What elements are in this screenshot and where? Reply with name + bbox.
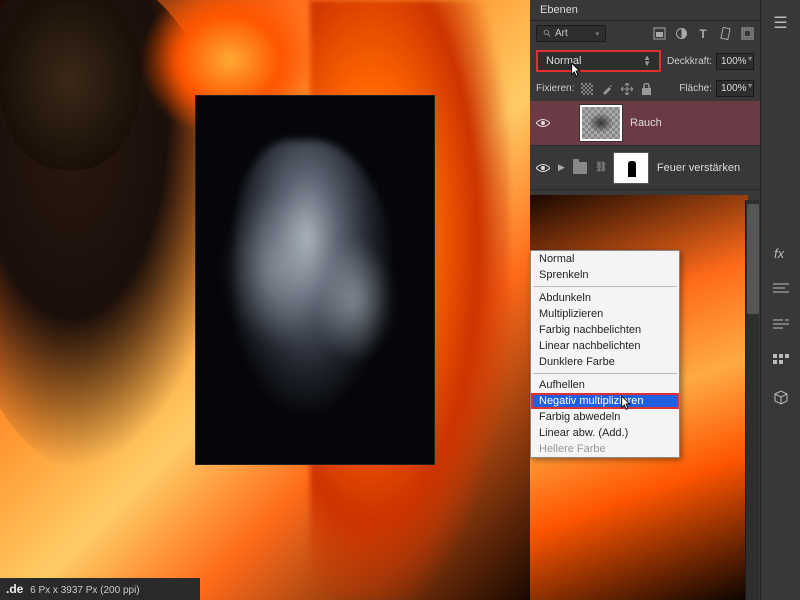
fill-label[interactable]: Fläche: (679, 83, 712, 94)
lock-label: Fixieren: (536, 83, 574, 94)
blend-option[interactable]: Linear abw. (Add.) (531, 425, 679, 441)
filter-type-icon[interactable]: T (696, 27, 710, 41)
swatches-panel-icon[interactable] (770, 350, 792, 372)
paragraph-panel-icon[interactable] (770, 278, 792, 300)
smoke-content (235, 140, 395, 420)
blend-option[interactable]: Aufhellen (531, 377, 679, 393)
smoke-layer-bounds[interactable] (195, 95, 435, 465)
menu-separator (533, 286, 677, 287)
lock-transparency-icon[interactable] (580, 82, 593, 95)
filter-shape-icon[interactable] (718, 27, 732, 41)
status-doc-info: 6 Px x 3937 Px (200 ppi) (30, 585, 140, 596)
filter-adjustment-icon[interactable] (674, 27, 688, 41)
blend-option-highlighted[interactable]: Negativ multiplizieren (531, 393, 679, 409)
lock-row: Fixieren: Fläche: 100%▼ (530, 76, 760, 101)
blend-option[interactable]: Dunklere Farbe (531, 354, 679, 370)
status-bar: .de 6 Px x 3937 Px (200 ppi) (0, 578, 200, 600)
fill-value-input[interactable]: 100%▼ (716, 80, 754, 97)
layers-list[interactable]: Rauch ▶ ⛓ Feuer verstärken (530, 101, 760, 190)
cursor-icon (621, 396, 633, 412)
layer-row[interactable]: ▶ ⛓ Feuer verstärken (530, 146, 760, 190)
opacity-control: Deckkraft: 100%▼ (667, 53, 754, 70)
group-expand-arrow[interactable]: ▶ (558, 162, 565, 173)
filter-pixel-icon[interactable] (652, 27, 666, 41)
lock-pixels-icon[interactable] (600, 82, 613, 95)
layer-filter-type[interactable]: Art ▾ (536, 25, 606, 42)
lock-all-icon[interactable] (640, 82, 653, 95)
chevron-down-icon: ▼ (747, 56, 754, 67)
canvas-viewport[interactable]: .de 6 Px x 3937 Px (200 ppi) (0, 0, 530, 600)
styles-panel-icon[interactable]: fx (770, 242, 792, 264)
character-panel-icon[interactable] (770, 314, 792, 336)
status-suffix: .de (6, 582, 23, 596)
blend-mode-row: Normal ▲▼ Deckkraft: 100%▼ (530, 46, 760, 76)
fill-control: Fläche: 100%▼ (679, 80, 754, 97)
layer-filter-row: Art ▾ T (530, 21, 760, 46)
layer-row[interactable]: Rauch (530, 101, 760, 146)
blend-mode-dropdown[interactable]: Normal ▲▼ (536, 50, 661, 72)
scrollbar-thumb[interactable] (747, 204, 759, 314)
blend-option[interactable]: Multiplizieren (531, 306, 679, 322)
3d-panel-icon[interactable] (770, 386, 792, 408)
blend-mode-menu[interactable]: Normal Sprenkeln Abdunkeln Multipliziere… (530, 250, 680, 458)
search-icon (543, 29, 552, 38)
blend-option[interactable]: Hellere Farbe (531, 441, 679, 457)
blend-option[interactable]: Normal (531, 251, 679, 267)
blend-option[interactable]: Linear nachbelichten (531, 338, 679, 354)
link-icon: ⛓ (595, 162, 605, 173)
filter-smartobject-icon[interactable] (740, 27, 754, 41)
layer-thumbnail[interactable] (580, 105, 622, 141)
dropdown-arrows-icon: ▲▼ (643, 55, 651, 67)
menu-separator (533, 373, 677, 374)
visibility-toggle[interactable] (536, 116, 550, 130)
svg-text:fx: fx (774, 246, 785, 261)
lock-position-icon[interactable] (620, 82, 633, 95)
visibility-toggle[interactable] (536, 161, 550, 175)
folder-icon (573, 162, 587, 174)
filter-type-label: Art (555, 28, 568, 39)
panel-tab-layers[interactable]: Ebenen (530, 0, 760, 21)
layer-name[interactable]: Rauch (630, 117, 662, 129)
chevron-down-icon: ▾ (595, 30, 599, 38)
blend-option[interactable]: Farbig abwedeln (531, 409, 679, 425)
opacity-value-input[interactable]: 100%▼ (716, 53, 754, 70)
panel-menu-icon[interactable]: ☰ (770, 12, 792, 34)
cursor-icon (571, 63, 583, 79)
opacity-label[interactable]: Deckkraft: (667, 56, 712, 67)
vertical-scrollbar[interactable] (745, 200, 759, 600)
collapsed-panels-strip: ☰ fx (760, 0, 800, 600)
chevron-down-icon: ▼ (747, 83, 754, 94)
blend-option[interactable]: Sprenkeln (531, 267, 679, 283)
filter-icons: T (652, 27, 754, 41)
layer-mask-thumbnail[interactable] (613, 152, 649, 184)
blend-option[interactable]: Abdunkeln (531, 290, 679, 306)
layer-name[interactable]: Feuer verstärken (657, 162, 740, 174)
blend-option[interactable]: Farbig nachbelichten (531, 322, 679, 338)
